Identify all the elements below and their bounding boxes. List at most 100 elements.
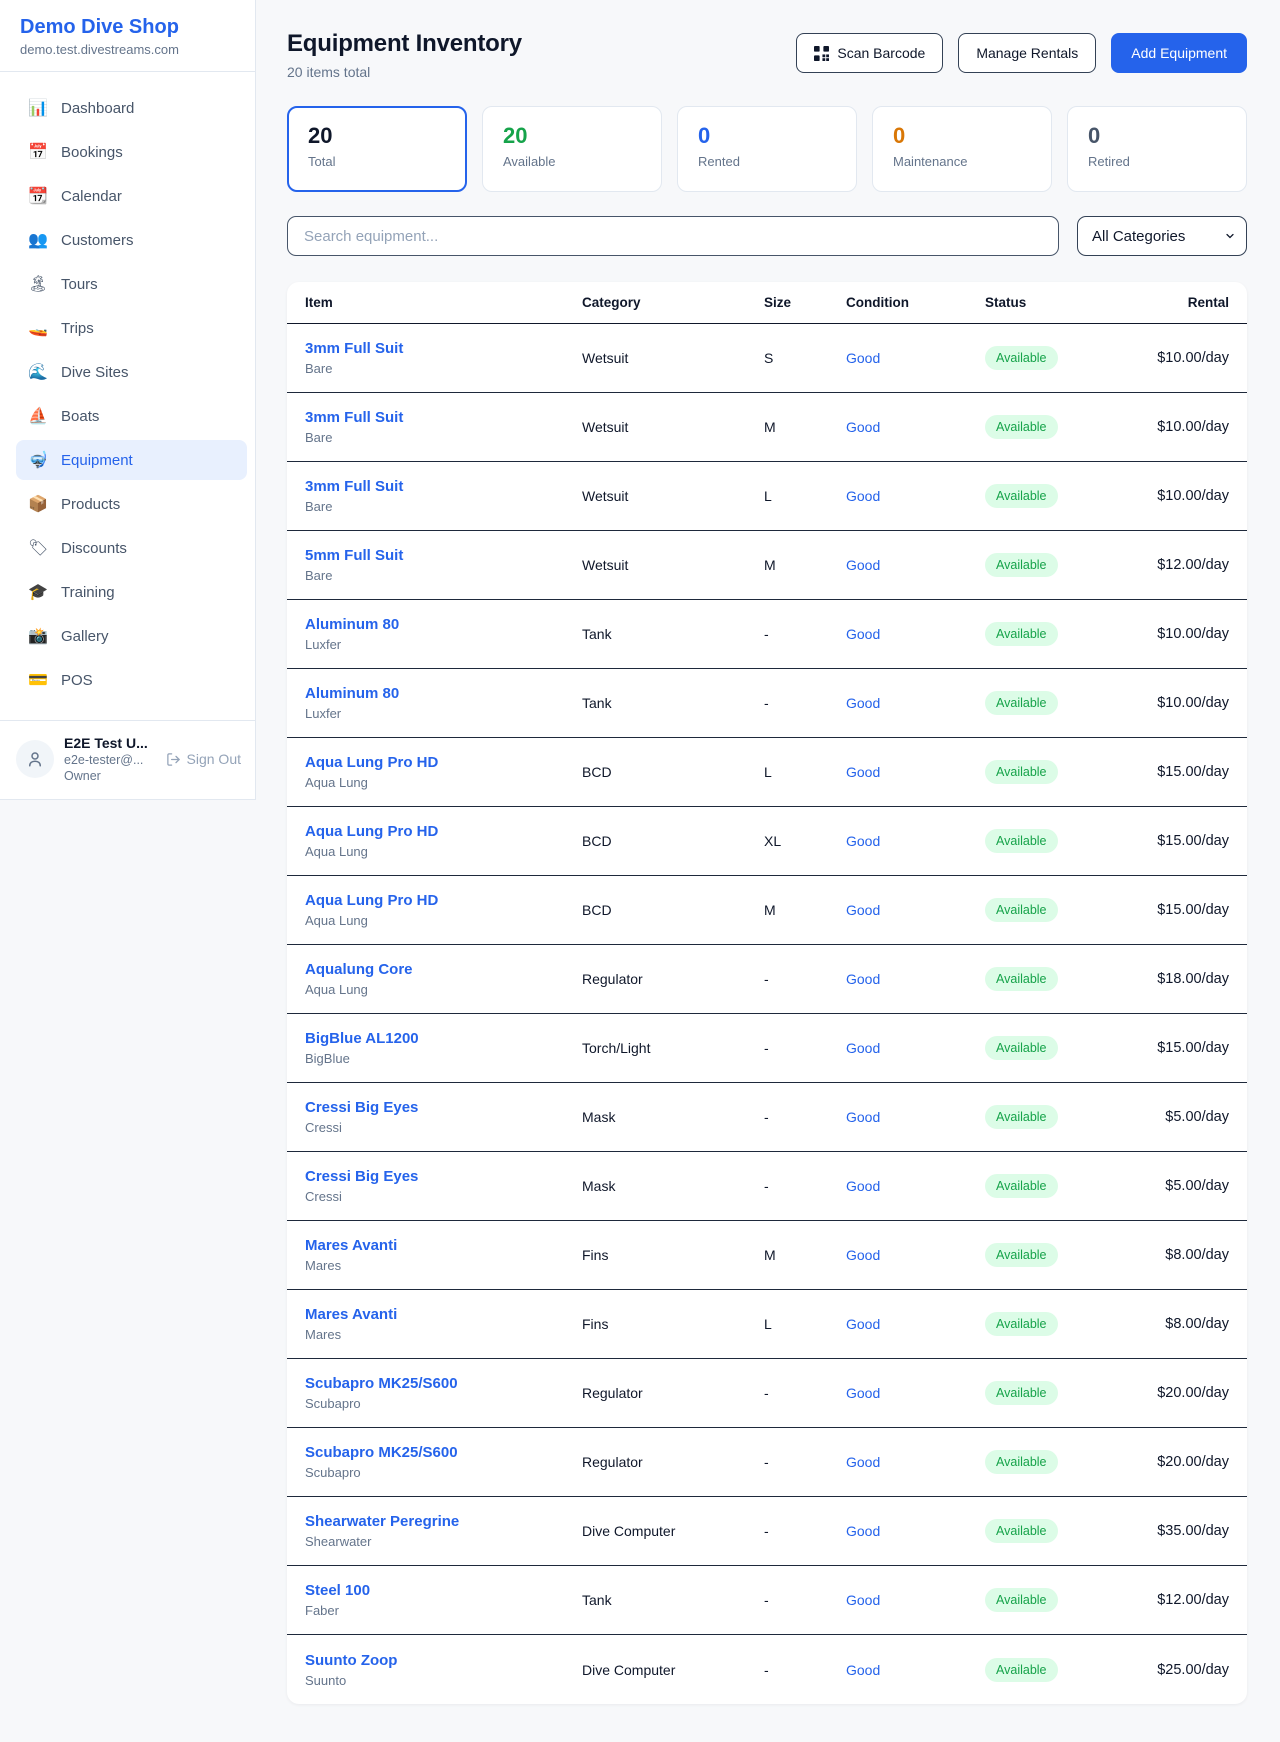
item-name-link[interactable]: Aqualung Core <box>305 961 582 978</box>
item-name-link[interactable]: Cressi Big Eyes <box>305 1168 582 1185</box>
category-filter[interactable]: All Categories <box>1077 216 1247 256</box>
table-row: Shearwater Peregrine Shearwater Dive Com… <box>287 1497 1247 1566</box>
item-name-link[interactable]: 3mm Full Suit <box>305 409 582 426</box>
item-name-link[interactable]: 3mm Full Suit <box>305 340 582 357</box>
condition-link[interactable]: Good <box>846 902 985 918</box>
category-cell: Wetsuit <box>582 488 764 504</box>
sidebar: Demo Dive Shop demo.test.divestreams.com… <box>0 0 256 800</box>
scan-barcode-button[interactable]: Scan Barcode <box>796 33 943 73</box>
sidebar-item[interactable]: 🏷 Discounts <box>16 528 247 568</box>
stat-card[interactable]: 0 Retired <box>1067 106 1247 192</box>
condition-link[interactable]: Good <box>846 350 985 366</box>
table-row: Aluminum 80 Luxfer Tank - Good Available… <box>287 600 1247 669</box>
stat-value: 0 <box>698 123 836 149</box>
condition-link[interactable]: Good <box>846 1662 985 1678</box>
item-name-link[interactable]: BigBlue AL1200 <box>305 1030 582 1047</box>
item-name-link[interactable]: Suunto Zoop <box>305 1652 582 1669</box>
sidebar-item[interactable]: 🎓 Training <box>16 572 247 612</box>
sidebar-item[interactable]: 📦 Products <box>16 484 247 524</box>
condition-link[interactable]: Good <box>846 1316 985 1332</box>
item-brand: Aqua Lung <box>305 775 582 790</box>
item-name-link[interactable]: Aqua Lung Pro HD <box>305 754 582 771</box>
size-cell: L <box>764 488 846 504</box>
rental-cell: $10.00/day <box>1137 626 1229 642</box>
condition-link[interactable]: Good <box>846 488 985 504</box>
add-equipment-button[interactable]: Add Equipment <box>1111 33 1247 73</box>
status-badge: Available <box>985 1658 1058 1682</box>
sidebar-item[interactable]: 👥 Customers <box>16 220 247 260</box>
condition-link[interactable]: Good <box>846 419 985 435</box>
condition-link[interactable]: Good <box>846 1454 985 1470</box>
item-name-link[interactable]: Steel 100 <box>305 1582 582 1599</box>
sidebar-item[interactable]: 💳 POS <box>16 660 247 700</box>
table-row: Aqua Lung Pro HD Aqua Lung BCD L Good Av… <box>287 738 1247 807</box>
item-name-link[interactable]: 3mm Full Suit <box>305 478 582 495</box>
condition-link[interactable]: Good <box>846 1523 985 1539</box>
category-cell: Mask <box>582 1109 764 1125</box>
search-input[interactable] <box>287 216 1059 256</box>
stat-label: Available <box>503 154 641 169</box>
item-name-link[interactable]: Mares Avanti <box>305 1237 582 1254</box>
item-name-link[interactable]: Cressi Big Eyes <box>305 1099 582 1116</box>
sidebar-item[interactable]: ⛵ Boats <box>16 396 247 436</box>
table-row: Suunto Zoop Suunto Dive Computer - Good … <box>287 1635 1247 1704</box>
status-cell: Available <box>985 967 1137 991</box>
manage-rentals-button[interactable]: Manage Rentals <box>958 33 1096 73</box>
stat-card[interactable]: 20 Available <box>482 106 662 192</box>
item-cell: Scubapro MK25/S600 Scubapro <box>305 1375 582 1411</box>
column-header-size: Size <box>764 295 846 310</box>
sidebar-item[interactable]: 📊 Dashboard <box>16 88 247 128</box>
sidebar-item[interactable]: 🚤 Trips <box>16 308 247 348</box>
item-brand: Bare <box>305 430 582 445</box>
condition-link[interactable]: Good <box>846 1385 985 1401</box>
category-cell: Regulator <box>582 1385 764 1401</box>
category-cell: Regulator <box>582 971 764 987</box>
condition-link[interactable]: Good <box>846 833 985 849</box>
condition-link[interactable]: Good <box>846 695 985 711</box>
sidebar-item-label: Training <box>61 584 115 601</box>
status-cell: Available <box>985 553 1137 577</box>
condition-link[interactable]: Good <box>846 557 985 573</box>
sidebar-item[interactable]: 🌊 Dive Sites <box>16 352 247 392</box>
item-name-link[interactable]: Aqua Lung Pro HD <box>305 892 582 909</box>
rental-cell: $12.00/day <box>1137 1592 1229 1608</box>
item-name-link[interactable]: 5mm Full Suit <box>305 547 582 564</box>
sidebar-item[interactable]: 📅 Bookings <box>16 132 247 172</box>
sidebar-item[interactable]: 📸 Gallery <box>16 616 247 656</box>
condition-link[interactable]: Good <box>846 1592 985 1608</box>
items-total-count: 20 items total <box>287 64 522 80</box>
sidebar-item[interactable]: 📆 Calendar <box>16 176 247 216</box>
item-cell: 3mm Full Suit Bare <box>305 409 582 445</box>
status-cell: Available <box>985 622 1137 646</box>
status-cell: Available <box>985 1036 1137 1060</box>
item-name-link[interactable]: Aqua Lung Pro HD <box>305 823 582 840</box>
item-name-link[interactable]: Scubapro MK25/S600 <box>305 1444 582 1461</box>
table-row: Cressi Big Eyes Cressi Mask - Good Avail… <box>287 1083 1247 1152</box>
column-header-rental: Rental <box>1137 295 1229 310</box>
condition-link[interactable]: Good <box>846 764 985 780</box>
stat-label: Maintenance <box>893 154 1031 169</box>
condition-link[interactable]: Good <box>846 1040 985 1056</box>
category-cell: Tank <box>582 1592 764 1608</box>
condition-link[interactable]: Good <box>846 1178 985 1194</box>
sidebar-item[interactable]: 🏝 Tours <box>16 264 247 304</box>
status-badge: Available <box>985 553 1058 577</box>
condition-link[interactable]: Good <box>846 626 985 642</box>
rental-cell: $15.00/day <box>1137 1040 1229 1056</box>
condition-link[interactable]: Good <box>846 971 985 987</box>
item-name-link[interactable]: Aluminum 80 <box>305 685 582 702</box>
condition-link[interactable]: Good <box>846 1109 985 1125</box>
item-name-link[interactable]: Mares Avanti <box>305 1306 582 1323</box>
stat-card[interactable]: 0 Maintenance <box>872 106 1052 192</box>
item-name-link[interactable]: Shearwater Peregrine <box>305 1513 582 1530</box>
sidebar-item[interactable]: 🤿 Equipment <box>16 440 247 480</box>
rental-cell: $5.00/day <box>1137 1109 1229 1125</box>
stat-card[interactable]: 20 Total <box>287 106 467 192</box>
sign-out-button[interactable]: Sign Out <box>166 751 241 767</box>
status-badge: Available <box>985 1519 1058 1543</box>
stat-card[interactable]: 0 Rented <box>677 106 857 192</box>
item-name-link[interactable]: Aluminum 80 <box>305 616 582 633</box>
condition-link[interactable]: Good <box>846 1247 985 1263</box>
item-name-link[interactable]: Scubapro MK25/S600 <box>305 1375 582 1392</box>
item-cell: Suunto Zoop Suunto <box>305 1652 582 1688</box>
